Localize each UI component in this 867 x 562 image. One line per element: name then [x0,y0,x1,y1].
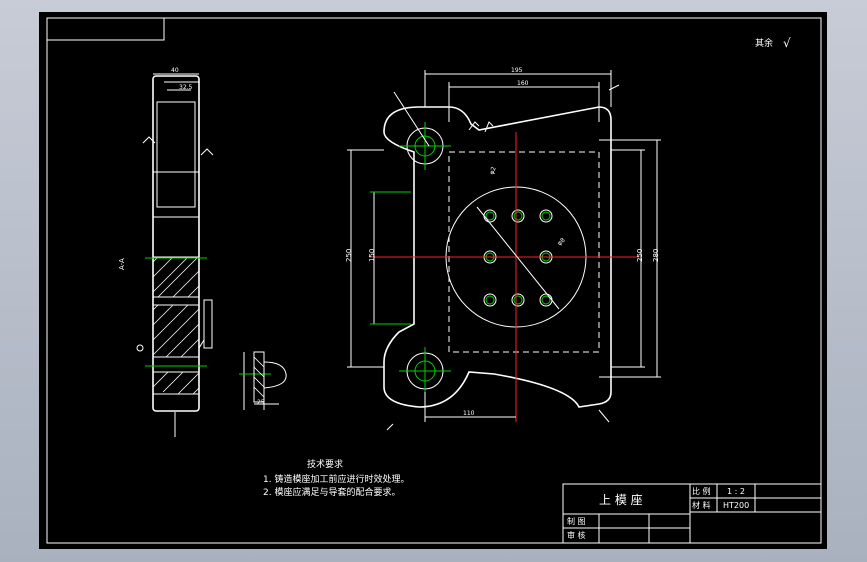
technical-drawing: 其余 √ 40 32.5 A-A 25 195 160 250 150 250 … [46,17,822,544]
part-name: 上 模 座 [599,492,643,507]
dim-side-b: 32.5 [179,84,193,91]
material-label: 材 料 [692,500,711,510]
drawn-label: 制 图 [567,516,586,526]
tech-item-2: 2. 模座应满足与导套的配合要求。 [263,486,400,498]
roughness-symbol: √ [783,36,791,50]
dim-left-inner: 150 [368,249,376,262]
plan-view: 195 160 250 150 250 280 110 φ2 φ8 [345,67,661,431]
section-label: A-A [118,258,126,270]
dim-left-height: 250 [345,249,353,262]
inner-border [46,17,822,544]
tech-title: 技术要求 [307,458,343,470]
title-block: 上 模 座 比 例 1 : 2 材 料 HT200 制 图 审 核 [562,483,822,544]
side-view: 40 32.5 A-A [118,67,214,437]
dim-right-h1: 250 [636,249,644,262]
dim-right-h2: 280 [652,249,660,262]
dim-diam1: φ2 [488,166,497,176]
detail-view: 25 [239,351,287,410]
dim-bottom: 110 [463,410,475,417]
scale-label: 比 例 [692,486,711,496]
dim-side-a: 40 [171,67,179,74]
dim-top-width: 195 [511,67,523,74]
roughness-note: 其余 [755,37,773,49]
tech-requirements: 技术要求 1. 铸造模座加工前应进行时效处理。 2. 模座应满足与导套的配合要求… [263,458,409,498]
material-value: HT200 [723,501,749,510]
drawing-frame: 其余 √ 40 32.5 A-A 25 195 160 250 150 250 … [39,12,827,549]
checked-label: 审 核 [567,530,586,540]
top-left-box [46,17,165,41]
dim-top-inner: 160 [517,80,529,87]
scale-value: 1 : 2 [727,487,745,496]
tech-item-1: 1. 铸造模座加工前应进行时效处理。 [263,473,409,485]
dim-diam2: φ8 [556,237,567,247]
